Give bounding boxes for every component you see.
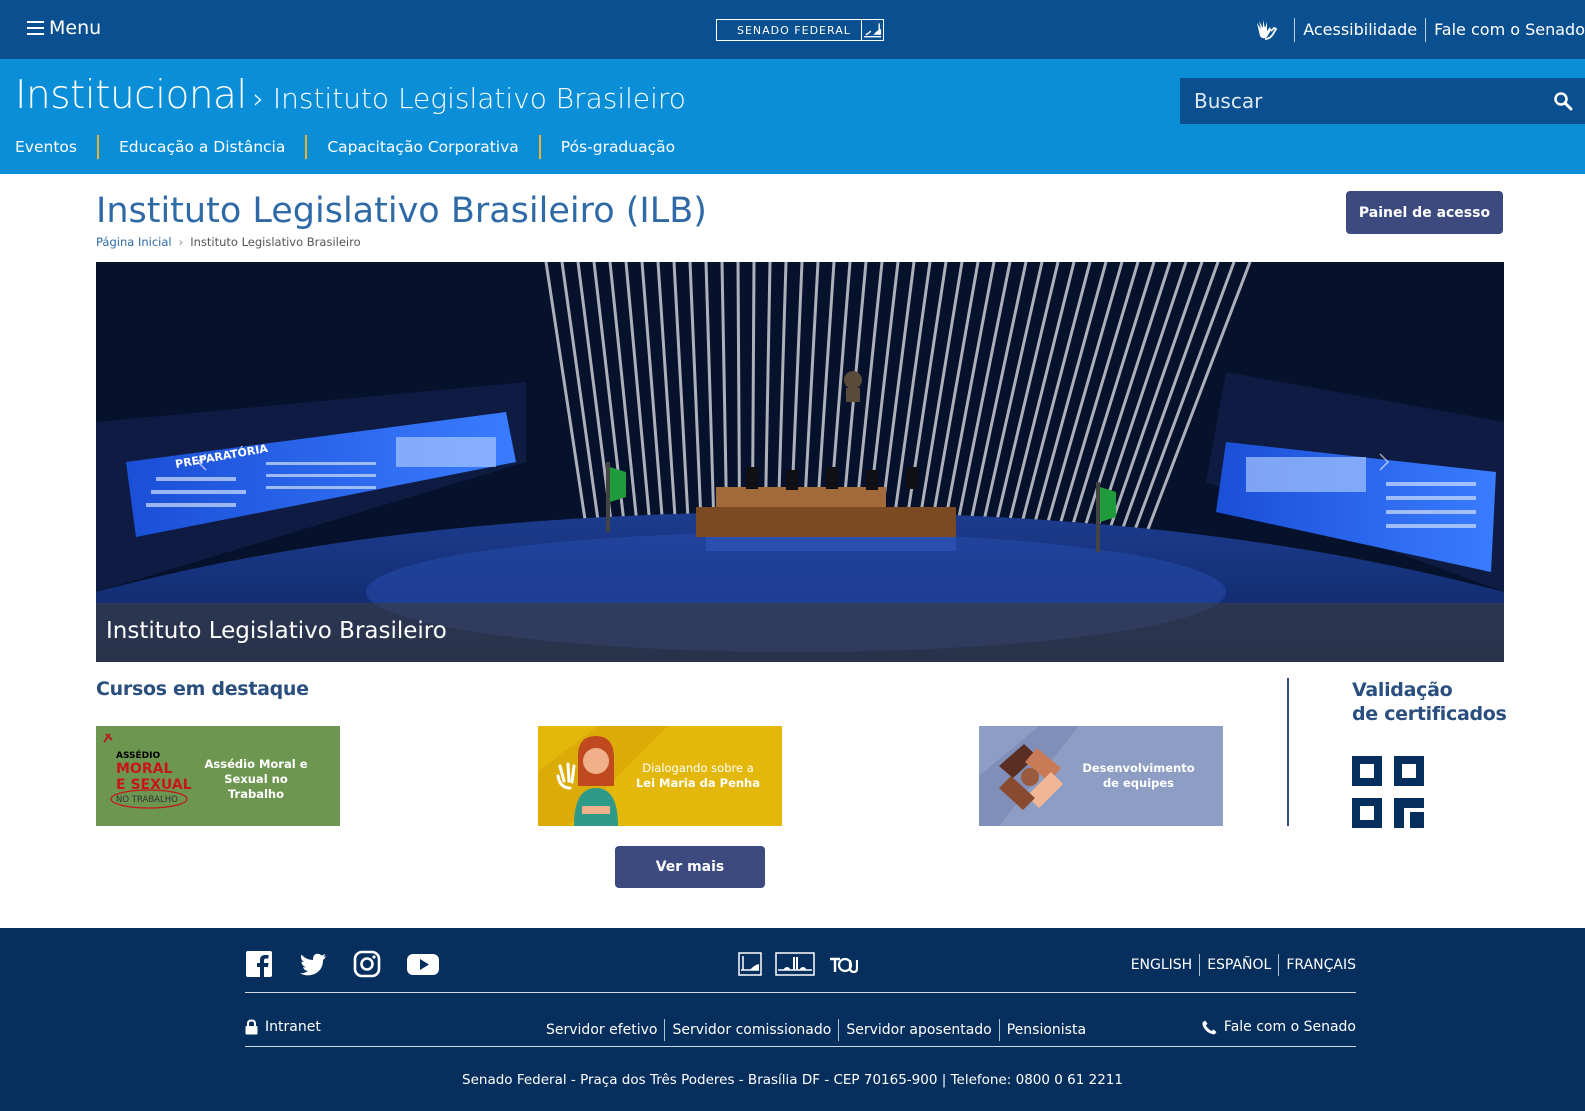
certificate-validation-title[interactable]: Validação de certificados	[1352, 678, 1507, 726]
course-desenv-line1: Desenvolvimento	[1082, 761, 1195, 775]
breadcrumb-home-link[interactable]: Página Inicial	[96, 235, 172, 249]
carousel-next-arrow-icon[interactable]	[1378, 452, 1390, 472]
lock-icon	[245, 1019, 258, 1035]
course-desenv-line2: de equipes	[1102, 776, 1175, 790]
assedio-logo-line2: MORAL	[116, 761, 172, 777]
certificate-validation-line2: de certificados	[1352, 703, 1507, 725]
divider	[1199, 954, 1201, 976]
search-input[interactable]	[1180, 78, 1550, 124]
intranet-label: Intranet	[265, 1019, 321, 1035]
course-card-desenvolvimento[interactable]: Desenvolvimento de equipes	[979, 726, 1223, 826]
section-name[interactable]: Institucional	[15, 73, 247, 118]
phone-icon	[1202, 1020, 1217, 1034]
assedio-logo-line4: NO TRABALHO	[116, 795, 178, 805]
top-bar: Menu SENADO FEDERAL Acessibilidade Fale …	[0, 0, 1585, 59]
senado-federal-logo[interactable]: SENADO FEDERAL	[716, 19, 884, 41]
nav-educacao-a-distancia[interactable]: Educação a Distância	[119, 138, 285, 156]
lang-english-link[interactable]: ENGLISH	[1131, 957, 1193, 973]
breadcrumb: Página Inicial › Instituto Legislativo B…	[96, 235, 361, 249]
hero-carousel[interactable]: PREPARATÓRIA Instituto Legislativo Brasi…	[96, 262, 1504, 662]
social-links	[245, 950, 465, 978]
divider	[1294, 17, 1296, 42]
section-nav: Eventos Educação a Distância Capacitação…	[15, 135, 675, 159]
course-maria-da-penha-label: Dialogando sobre a Lei Maria da Penha	[633, 761, 763, 791]
server-links: Servidor efetivo Servidor comissionado S…	[546, 1019, 1086, 1041]
course-card-assedio[interactable]: ASSÉDIO MORAL E SEXUAL NO TRABALHO Asséd…	[96, 726, 340, 826]
search-box	[1180, 78, 1585, 124]
site-footer: ENGLISH ESPAÑOL FRANÇAIS Intranet Servid…	[0, 928, 1585, 1111]
servidor-aposentado-link[interactable]: Servidor aposentado	[846, 1022, 991, 1038]
intranet-link[interactable]: Intranet	[245, 1019, 321, 1035]
course-assedio-label: Assédio Moral e Sexual no Trabalho	[196, 757, 316, 802]
language-links: ENGLISH ESPAÑOL FRANÇAIS	[1131, 954, 1356, 976]
footer-divider	[245, 1046, 1356, 1047]
section-header: Institucional › Instituto Legislativo Br…	[0, 59, 1585, 174]
nav-divider	[538, 135, 541, 159]
section-title: Institucional › Instituto Legislativo Br…	[15, 73, 686, 118]
certificate-validation-line1: Validação	[1352, 679, 1453, 701]
tcu-logo-icon[interactable]	[828, 952, 858, 976]
senado-building-icon[interactable]	[738, 952, 762, 976]
see-more-button[interactable]: Ver mais	[615, 846, 765, 888]
breadcrumb-current: Instituto Legislativo Brasileiro	[190, 235, 361, 249]
access-panel-button[interactable]: Painel de acesso	[1346, 191, 1503, 234]
assedio-logo-line1: ASSÉDIO	[116, 749, 160, 761]
servidor-comissionado-link[interactable]: Servidor comissionado	[672, 1022, 831, 1038]
senate-plenary-photo: PREPARATÓRIA	[96, 262, 1504, 662]
footer-links-row: Intranet Servidor efetivo Servidor comis…	[245, 1019, 1356, 1043]
divider	[664, 1019, 666, 1041]
vertical-divider	[1287, 678, 1289, 826]
congress-building-icon	[861, 20, 882, 40]
servidor-efetivo-link[interactable]: Servidor efetivo	[546, 1022, 657, 1038]
lang-espanol-link[interactable]: ESPAÑOL	[1207, 957, 1271, 973]
nav-eventos[interactable]: Eventos	[15, 138, 77, 156]
carousel-caption-text: Instituto Legislativo Brasileiro	[106, 618, 447, 644]
subsection-name[interactable]: › Instituto Legislativo Brasileiro	[253, 82, 686, 115]
carousel-prev-arrow-icon[interactable]	[196, 452, 208, 472]
course-assedio-line1: Assédio Moral e	[204, 757, 308, 771]
top-utility-links: Acessibilidade Fale com o Senado	[1252, 0, 1585, 59]
footer-divider	[245, 992, 1356, 993]
nav-divider	[305, 135, 308, 159]
course-maria-line1: Dialogando sobre a	[642, 761, 754, 775]
footer-address: Senado Federal - Praça dos Três Poderes …	[462, 1072, 1123, 1088]
accessibility-link[interactable]: Acessibilidade	[1303, 20, 1417, 39]
congresso-building-icon[interactable]	[775, 952, 815, 976]
course-maria-line2: Lei Maria da Penha	[635, 776, 760, 790]
featured-courses-title: Cursos em destaque	[96, 678, 309, 700]
pensionista-link[interactable]: Pensionista	[1007, 1022, 1086, 1038]
sign-language-hands-icon[interactable]	[1252, 17, 1278, 43]
lang-francais-link[interactable]: FRANÇAIS	[1286, 957, 1356, 973]
twitter-icon[interactable]	[299, 950, 327, 978]
breadcrumb-separator: ›	[178, 235, 184, 249]
menu-label: Menu	[49, 17, 102, 39]
senado-logo-text: SENADO FEDERAL	[737, 23, 851, 37]
course-desenvolvimento-label: Desenvolvimento de equipes	[1071, 761, 1206, 791]
divider	[1278, 954, 1280, 976]
divider	[998, 1019, 1000, 1041]
nav-capacitacao-corporativa[interactable]: Capacitação Corporativa	[327, 138, 518, 156]
nav-divider	[96, 135, 99, 159]
youtube-icon[interactable]	[407, 950, 439, 978]
instagram-icon[interactable]	[353, 950, 381, 978]
carousel-caption: Instituto Legislativo Brasileiro	[96, 603, 1504, 662]
course-card-maria-da-penha[interactable]: Dialogando sobre a Lei Maria da Penha	[538, 726, 782, 826]
course-assedio-line2: Sexual no Trabalho	[224, 772, 288, 801]
nav-pos-graduacao[interactable]: Pós-graduação	[561, 138, 675, 156]
menu-button[interactable]: Menu	[27, 17, 101, 39]
divider	[838, 1019, 840, 1041]
search-icon[interactable]	[1553, 91, 1573, 111]
page-title: Instituto Legislativo Brasileiro (ILB)	[96, 191, 707, 231]
hamburger-icon	[27, 21, 44, 35]
facebook-icon[interactable]	[245, 950, 273, 978]
qr-code-icon[interactable]	[1352, 756, 1424, 828]
contact-senate-link[interactable]: Fale com o Senado	[1434, 20, 1585, 39]
footer-contact-label: Fale com o Senado	[1223, 1019, 1356, 1035]
institutional-logos	[738, 952, 871, 976]
footer-contact-link[interactable]: Fale com o Senado	[1202, 1019, 1356, 1035]
divider	[1425, 17, 1427, 42]
